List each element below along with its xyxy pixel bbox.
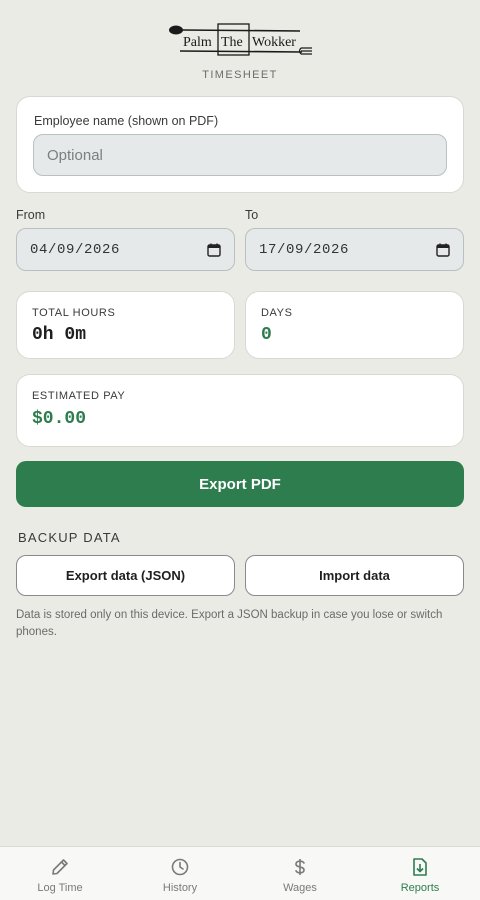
employee-card: Employee name (shown on PDF) xyxy=(16,96,464,193)
pencil-icon xyxy=(50,857,70,877)
dollar-icon xyxy=(290,857,310,877)
tab-label: History xyxy=(162,882,198,894)
days-label: DAYS xyxy=(261,307,293,319)
svg-text:The: The xyxy=(221,35,243,50)
svg-text:Wokker: Wokker xyxy=(252,35,296,50)
days-value: 0 xyxy=(261,325,272,345)
bottom-tab-bar: Log Time History Wages Reports xyxy=(0,846,480,900)
tab-log-time[interactable]: Log Time xyxy=(0,847,120,900)
svg-text:Palm: Palm xyxy=(183,35,212,50)
employee-name-label: Employee name (shown on PDF) xyxy=(34,114,219,128)
to-date-input[interactable]: 17/09/2026 xyxy=(245,228,464,271)
estimated-pay-card: ESTIMATED PAY $0.00 xyxy=(16,374,464,447)
import-data-button[interactable]: Import data xyxy=(245,555,464,596)
from-date-input[interactable]: 04/09/2026 xyxy=(16,228,235,271)
total-hours-value: 0h 0m xyxy=(32,325,87,345)
from-date-value: 04/09/2026 xyxy=(30,241,121,258)
from-label: From xyxy=(16,208,46,222)
calendar-icon[interactable] xyxy=(436,243,450,257)
tab-wages[interactable]: Wages xyxy=(240,847,360,900)
to-date-value: 17/09/2026 xyxy=(259,241,350,258)
employee-name-input[interactable] xyxy=(33,134,447,176)
estimated-pay-label: ESTIMATED PAY xyxy=(32,390,126,402)
export-json-button[interactable]: Export data (JSON) xyxy=(16,555,235,596)
page-subtitle: TIMESHEET xyxy=(202,69,278,81)
days-card: DAYS 0 xyxy=(245,291,464,359)
backup-note: Data is stored only on this device. Expo… xyxy=(16,609,443,638)
tab-label: Wages xyxy=(283,882,317,894)
document-download-icon xyxy=(410,857,430,877)
clock-icon xyxy=(170,857,190,877)
calendar-icon[interactable] xyxy=(207,243,221,257)
estimated-pay-value: $0.00 xyxy=(32,409,87,429)
tab-reports[interactable]: Reports xyxy=(360,847,480,900)
total-hours-card: TOTAL HOURS 0h 0m xyxy=(16,291,235,359)
tab-label: Reports xyxy=(400,882,440,894)
tab-history[interactable]: History xyxy=(120,847,240,900)
backup-section-title: BACKUP DATA xyxy=(18,530,121,545)
total-hours-label: TOTAL HOURS xyxy=(32,307,116,319)
to-label: To xyxy=(245,208,259,222)
export-pdf-button[interactable]: Export PDF xyxy=(16,461,464,507)
tab-label: Log Time xyxy=(37,882,83,894)
app-logo: Palm The Wokker xyxy=(166,20,316,60)
